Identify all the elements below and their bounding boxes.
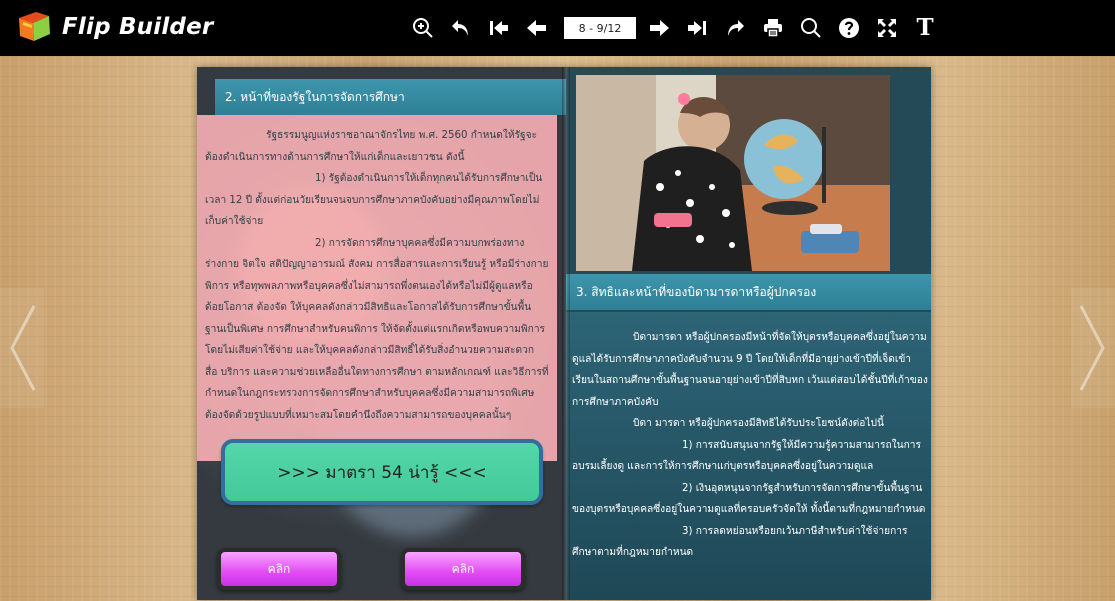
flipbook: 2. หน้าที่ของรัฐในการจัดการศึกษา รัฐธรรม… [197, 67, 931, 600]
right-body-text: บิดามารดา หรือผู้ปกครองมีหน้าที่จัดให้บุ… [572, 327, 928, 564]
next-page-icon [650, 20, 669, 36]
print-button[interactable] [758, 13, 788, 43]
left-page: 2. หน้าที่ของรัฐในการจัดการศึกษา รัฐธรรม… [197, 67, 566, 600]
left-paragraph-3: 2) การจัดการศึกษาบุคคลซึ่งมีความบกพร่องท… [205, 237, 549, 421]
right-page: 3. สิทธิและหน้าที่ของบิดามารดาหรือผู้ปกค… [566, 67, 931, 600]
zoom-in-button[interactable] [408, 13, 438, 43]
child-with-globe-photo [576, 75, 890, 271]
zoom-in-icon [413, 18, 433, 38]
left-page-heading: 2. หน้าที่ของรัฐในการจัดการศึกษา [215, 79, 566, 115]
right-page-heading: 3. สิทธิและหน้าที่ของบิดามารดาหรือผู้ปกค… [566, 274, 931, 310]
undo-icon [452, 20, 468, 36]
right-paragraph-2: บิดา มารดา หรือผู้ปกครองมีสิทธิได้รับประ… [633, 418, 884, 429]
fullscreen-icon [878, 19, 896, 37]
print-icon [764, 19, 782, 38]
law-article-link-button[interactable]: >>> มาตรา 54 น่ารู้ <<< [221, 439, 543, 505]
last-page-button[interactable] [682, 13, 712, 43]
help-icon [839, 18, 859, 38]
book-spine [562, 67, 570, 600]
left-content-box: รัฐธรรมนูญแห่งราชอาณาจักรไทย พ.ศ. 2560 ก… [197, 115, 557, 461]
search-button[interactable] [796, 13, 826, 43]
search-icon [801, 18, 821, 38]
prev-page-button[interactable] [522, 13, 552, 43]
right-paragraph-4: 2) เงินอุดหนุนจากรัฐสำหรับการจัดการศึกษา… [572, 482, 926, 516]
redo-button[interactable] [720, 13, 750, 43]
left-paragraph-1: รัฐธรรมนูญแห่งราชอาณาจักรไทย พ.ศ. 2560 ก… [205, 130, 538, 163]
photo-illustration [576, 75, 890, 271]
right-paragraph-1: บิดามารดา หรือผู้ปกครองมีหน้าที่จัดให้บุ… [572, 332, 928, 408]
text-button[interactable]: T [910, 13, 940, 43]
left-body-text: รัฐธรรมนูญแห่งราชอาณาจักรไทย พ.ศ. 2560 ก… [205, 125, 549, 426]
right-paragraph-5: 3) การลดหย่อนหรือยกเว้นภาษีสำหรับค่าใช้จ… [572, 525, 908, 559]
undo-button[interactable] [446, 13, 476, 43]
next-page-arrow[interactable] [1071, 288, 1115, 408]
prev-page-icon [527, 20, 546, 36]
fullscreen-button[interactable] [872, 13, 902, 43]
chevron-right-icon [1079, 305, 1105, 391]
first-page-button[interactable] [484, 13, 514, 43]
help-button[interactable] [834, 13, 864, 43]
left-paragraph-2: 1) รัฐต้องดำเนินการให้เด็กทุกคนได้รับการ… [205, 173, 543, 227]
first-page-icon [490, 21, 508, 35]
previous-page-arrow[interactable] [0, 288, 44, 408]
redo-icon [728, 20, 744, 36]
chevron-left-icon [10, 305, 36, 391]
click-button-1[interactable]: คลิก [217, 548, 341, 590]
page-indicator-input[interactable]: 8 - 9/12 [564, 17, 636, 39]
toolbar-tools: 8 - 9/12 T [408, 13, 948, 43]
app-title: Flip Builder [62, 14, 214, 40]
text-icon: T [916, 14, 934, 41]
last-page-icon [688, 21, 706, 35]
app-logo: Flip Builder [16, 10, 213, 44]
book-logo-icon [19, 12, 50, 41]
next-page-button[interactable] [644, 13, 674, 43]
right-paragraph-3: 1) การสนับสนุนจากรัฐให้มีความรู้ความสามา… [572, 439, 921, 473]
click-button-2[interactable]: คลิก [401, 548, 525, 590]
top-toolbar: Flip Builder 8 - 9/12 T [0, 0, 1115, 56]
